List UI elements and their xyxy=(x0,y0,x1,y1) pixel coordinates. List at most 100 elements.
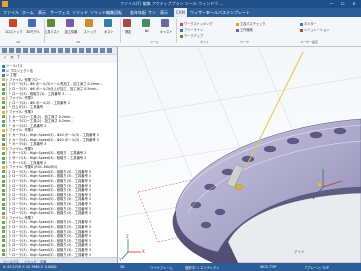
toolpath-icon xyxy=(2,101,5,105)
backplot-icon[interactable] xyxy=(23,48,28,53)
ribbon-small-icon xyxy=(180,28,183,32)
menu-item-8[interactable]: サン xyxy=(148,10,156,16)
tree-row-label: │ ├ ローラ(3) - High Speed(3) - 段取り(3) - 工具… xyxy=(6,174,92,179)
graphics-viewport[interactable]: X Y Z アイソ xyxy=(118,47,361,263)
insert-arrow-icon[interactable] xyxy=(100,48,105,53)
menu-item-12[interactable]: ツールバス xyxy=(206,10,226,16)
toolpath-icon xyxy=(2,82,5,86)
scroll-icon[interactable] xyxy=(107,48,112,53)
menu-item-7[interactable]: 若年年配 xyxy=(130,10,146,16)
toggle-post-icon[interactable] xyxy=(79,48,84,53)
ribbon-small-button-6[interactable]: シミュレーション xyxy=(300,27,329,32)
status-item-0: X: 83.5720 Y: 43.7988 Z: 0.0000 xyxy=(3,265,57,269)
toolpath-icon xyxy=(2,220,5,224)
toolpath-icon xyxy=(2,73,5,77)
folder-icon xyxy=(2,147,5,151)
toolpath-icon xyxy=(2,133,5,137)
ribbon-button-5[interactable]: ポスト xyxy=(99,19,117,39)
simulate-icon[interactable] xyxy=(37,48,42,53)
toolpath-icon xyxy=(2,124,5,128)
window-controls: — ☐ ✕ xyxy=(326,0,359,8)
status-item-2[interactable]: ワイヤフレーム xyxy=(150,265,173,270)
regenerate-dirty-icon[interactable] xyxy=(16,48,21,53)
toggle-display-icon[interactable] xyxy=(72,48,77,53)
toolpath-icon xyxy=(2,170,5,174)
ribbon-tool-icon xyxy=(66,19,74,27)
viewport-canvas[interactable]: X Y Z アイソ xyxy=(118,47,361,263)
toolpath-manager-panel: ✓ ✕ ? ツールパス ☑ プロジェクト名 ☑ 工程 ├ ファイル: 作業フロー │ ├… xyxy=(0,47,118,263)
tree-row-label: │ └ サーバ(3) - 工具番号 2 xyxy=(6,160,47,165)
status-item-4[interactable]: WCS: TOP xyxy=(260,265,276,269)
toolpath-icon xyxy=(2,197,5,201)
ribbon-button-0[interactable]: 2Dストック xyxy=(4,19,23,39)
axis-label-y: Y xyxy=(118,257,122,262)
regenerate-icon[interactable] xyxy=(9,48,14,53)
cross-icon[interactable]: ✕ xyxy=(10,56,15,61)
status-item-5[interactable]: Tプレーン: TOP xyxy=(305,265,329,270)
tree-row-label: │ ├ ローラ(3) - Φ8 ボール(3)ツール荒加工 - 加工深さ 0.5m… xyxy=(6,82,103,87)
toolpath-icon xyxy=(2,161,5,165)
maximize-button[interactable]: ☐ xyxy=(338,0,348,8)
toolpath-icon xyxy=(2,230,5,234)
tree-row-label: │ └ ローラ(3) - High Speed(3) - 段取り(3) - 工具… xyxy=(6,211,92,216)
toolpath-icon xyxy=(2,225,5,229)
ribbon-button-7[interactable]: NC xyxy=(137,19,155,39)
menu-item-4[interactable]: ソリッド xyxy=(72,10,88,16)
ribbon-button-4[interactable]: ストック xyxy=(80,19,98,39)
ribbon-small-button-4[interactable]: 工作機械 xyxy=(236,27,253,32)
menu-item-2[interactable]: 表示 xyxy=(38,10,46,16)
help-icon[interactable]: ? xyxy=(17,56,22,61)
toolpath-icon xyxy=(2,174,5,178)
tree-row-label: │ ├ ローラ(3) - High Speed(3) - 段取り(3) - 工具… xyxy=(6,188,92,193)
menu-item-13[interactable]: テンプレート xyxy=(226,10,250,16)
ribbon-small-icon xyxy=(300,22,303,26)
ribbon-small-button-0[interactable]: ワークストッキング xyxy=(180,21,213,26)
lock-icon[interactable] xyxy=(65,48,70,53)
ribbon-button-3[interactable]: 加工情報 xyxy=(61,19,79,39)
ribbon-small-icon xyxy=(236,28,239,32)
status-item-1[interactable]: 3D xyxy=(120,265,125,269)
tree-row-label: │ └ ローラ(3) - 段取り(3) - 工具番号 3 - … xyxy=(6,91,71,96)
toolpath-icon xyxy=(2,92,5,96)
menu-item-1[interactable]: ホーム xyxy=(22,10,34,16)
verify-icon[interactable] xyxy=(30,48,35,53)
ribbon-small-button-2[interactable]: ワークアップ xyxy=(180,33,203,38)
status-item-3[interactable]: 選択中: 1 エンティティ xyxy=(185,265,220,270)
minimize-button[interactable]: — xyxy=(326,0,336,8)
ribbon-small-button-3[interactable]: 工具パスチェック xyxy=(236,21,266,26)
tree-row-label: │ ├ ローラ(3) - High Speed(3) - 段取り(3) - 工具… xyxy=(6,183,92,188)
menu-item-10[interactable]: CAM xyxy=(174,8,187,17)
check-icon[interactable]: ✓ xyxy=(3,56,8,61)
ribbon-small-label: シミュレーション xyxy=(304,28,330,32)
ribbon-button-8[interactable]: キャスト xyxy=(156,19,174,39)
toolpath-icon xyxy=(2,64,5,68)
toolpath-icon xyxy=(2,69,5,73)
high-feed-icon[interactable] xyxy=(51,48,56,53)
menu-item-9[interactable]: 表示 xyxy=(160,10,168,16)
move-up-icon[interactable] xyxy=(93,48,98,53)
ribbon-tool-icon xyxy=(9,19,17,27)
post-icon[interactable] xyxy=(44,48,49,53)
tree-row-label: │ ├ ローラ(3) - High Speed(3) - 段取り(3) - 工具… xyxy=(6,248,92,252)
ribbon-button-1[interactable]: 3Dモデル xyxy=(23,19,41,39)
menu-item-5[interactable]: ソリッド編集 xyxy=(90,10,114,16)
tree-row-label: │ ├ カーラ(4) - High Speed(3) - Φ10 ボール(3) … xyxy=(6,137,99,142)
ribbon-small-label: 工具パスチェック xyxy=(240,22,266,26)
toolpath-icon xyxy=(2,87,5,91)
ribbon-separator xyxy=(44,19,45,43)
app-logo-icon xyxy=(2,1,8,7)
ribbon-small-button-1[interactable]: フリーライン xyxy=(180,27,203,32)
menu-item-6[interactable]: 回転 xyxy=(114,10,122,16)
move-down-icon[interactable] xyxy=(86,48,91,53)
menu-item-0[interactable]: ファイル xyxy=(3,10,19,16)
toolpath-icon xyxy=(2,188,5,192)
select-all-icon[interactable] xyxy=(2,48,7,53)
delete-icon[interactable] xyxy=(58,48,63,53)
status-bar: X: 83.5720 Y: 43.7988 Z: 0.0000 3D ワイヤフレーム… xyxy=(0,263,361,271)
ribbon-group-label: 3D xyxy=(76,40,81,44)
ribbon-small-button-5[interactable]: ホルダー xyxy=(300,21,317,26)
folder-icon xyxy=(2,165,5,169)
menu-item-3[interactable]: サーフェス xyxy=(50,10,70,16)
close-button[interactable]: ✕ xyxy=(349,0,359,8)
panel-toolbar xyxy=(0,47,117,55)
